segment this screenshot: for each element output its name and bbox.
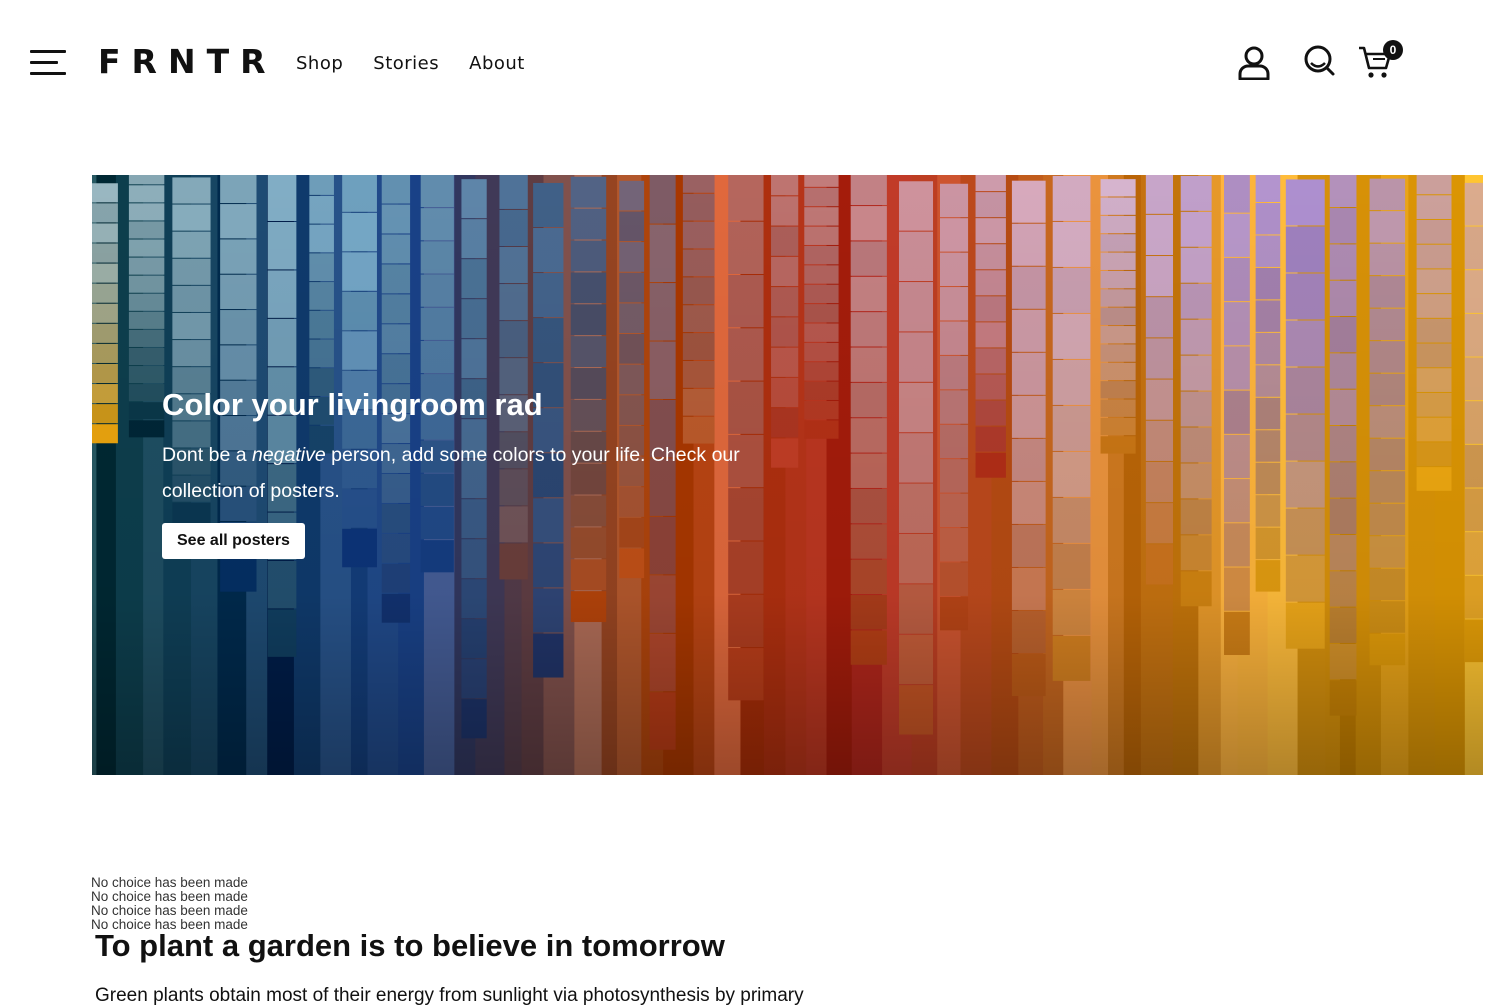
- notice-line: No choice has been made: [91, 903, 248, 918]
- notice-line: No choice has been made: [91, 889, 248, 904]
- hero-title: Color your livingroom rad: [162, 387, 543, 422]
- choice-notices: No choice has been made No choice has be…: [91, 876, 248, 932]
- hero-emphasis: negative: [251, 444, 326, 466]
- site-logo[interactable]: FRNTR: [98, 42, 277, 81]
- user-icon[interactable]: [1238, 46, 1270, 81]
- nav-item-shop[interactable]: Shop: [296, 53, 343, 74]
- nav-item-stories[interactable]: Stories: [373, 53, 439, 74]
- hero-banner: Color your livingroom rad Dont be a nega…: [92, 175, 1483, 775]
- section-title: To plant a garden is to believe in tomor…: [95, 928, 725, 963]
- search-icon[interactable]: [1302, 44, 1336, 78]
- site-header: FRNTR Shop Stories About 0: [0, 0, 1500, 130]
- hero-content: Color your livingroom rad Dont be a nega…: [162, 387, 802, 559]
- cart-count-badge: 0: [1383, 40, 1403, 60]
- hero-description: Dont be a negative person, add some colo…: [162, 444, 740, 502]
- menu-icon[interactable]: [30, 50, 66, 75]
- nav-item-about[interactable]: About: [469, 53, 525, 74]
- main-nav: Shop Stories About: [296, 53, 525, 74]
- section-text: Green plants obtain most of their energy…: [95, 985, 804, 1006]
- see-all-posters-button[interactable]: See all posters: [162, 523, 305, 559]
- notice-line: No choice has been made: [91, 875, 248, 890]
